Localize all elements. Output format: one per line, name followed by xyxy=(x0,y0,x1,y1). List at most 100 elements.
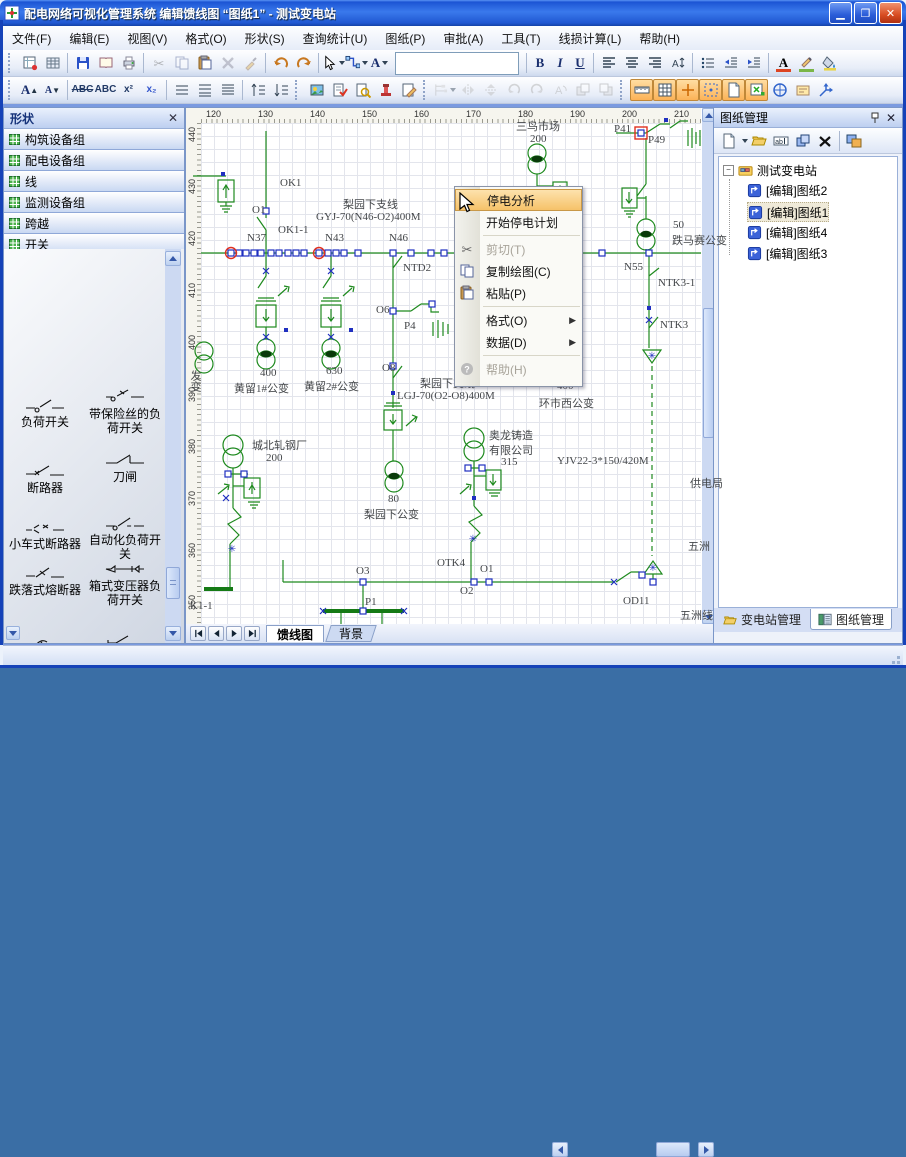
menu-item-0[interactable]: 文件(F) xyxy=(3,27,60,50)
subscript-button[interactable]: x₂ xyxy=(140,79,163,101)
rotate-left-button[interactable] xyxy=(502,79,525,101)
menu-item-2[interactable]: 视图(V) xyxy=(118,27,176,50)
undo-button[interactable] xyxy=(269,52,292,74)
increase-indent-button[interactable] xyxy=(742,52,765,74)
letter-case-button[interactable]: ABC xyxy=(94,79,117,101)
connector-tool-button[interactable] xyxy=(345,52,368,74)
menu-item-4[interactable]: 形状(S) xyxy=(236,27,294,50)
line-spacing-1-button[interactable] xyxy=(170,79,193,101)
align-left-button[interactable] xyxy=(597,52,620,74)
shapes-panel-close-icon[interactable]: ✕ xyxy=(168,111,178,125)
spacing-increase-button[interactable] xyxy=(246,79,269,101)
rotate-text-button[interactable]: A xyxy=(548,79,571,101)
bring-to-front-button[interactable] xyxy=(571,79,594,101)
paste-button[interactable] xyxy=(193,52,216,74)
align-center-button[interactable] xyxy=(620,52,643,74)
decrease-font-button[interactable]: A▼ xyxy=(41,79,64,101)
stencil-2[interactable]: 断路器 xyxy=(8,463,82,495)
ruler-toggle-button[interactable] xyxy=(630,79,653,101)
sheet-settings-button[interactable] xyxy=(843,131,865,151)
stencil-4[interactable]: 小车式断路器 xyxy=(8,519,82,551)
copy-button[interactable] xyxy=(170,52,193,74)
tab-background[interactable]: 背景 xyxy=(325,625,377,642)
vertical-text-button[interactable]: A xyxy=(666,52,689,74)
stencil-1[interactable]: 带保险丝的负荷开关 xyxy=(86,389,164,435)
image-manager-button[interactable] xyxy=(305,79,328,101)
send-to-back-button[interactable] xyxy=(594,79,617,101)
context-menu-item-3[interactable]: ✂剪切(T) xyxy=(455,238,582,260)
strikethrough-button[interactable]: ABC xyxy=(71,79,94,101)
previous-page-button[interactable] xyxy=(208,626,224,641)
resize-grip[interactable] xyxy=(888,652,901,665)
stencil-7[interactable]: 箱式变压器负荷开关 xyxy=(86,561,164,607)
connection-points-toggle-button[interactable] xyxy=(745,79,768,101)
context-menu-item-4[interactable]: 复制绘图(C) xyxy=(455,260,582,282)
shapes-scrollbar-thumb[interactable] xyxy=(166,567,180,599)
minimize-button[interactable]: ▁ xyxy=(829,2,852,24)
superscript-button[interactable]: x² xyxy=(117,79,140,101)
open-sheet-button[interactable] xyxy=(748,131,770,151)
tab-drawings-manager[interactable]: 图纸管理 xyxy=(810,609,892,630)
spacing-decrease-button[interactable] xyxy=(269,79,292,101)
restore-button[interactable]: ❐ xyxy=(854,2,877,24)
pan-zoom-button[interactable] xyxy=(768,79,791,101)
menu-item-6[interactable]: 图纸(P) xyxy=(376,27,434,50)
text-tool-button[interactable]: A xyxy=(368,52,391,74)
tree-item-sheet-3[interactable]: [编辑]图纸3 xyxy=(747,244,827,262)
tree-item-sheet-1[interactable]: [编辑]图纸1 xyxy=(747,202,829,222)
shape-group-4[interactable]: 跨越 xyxy=(4,213,184,234)
line-spacing-15-button[interactable] xyxy=(193,79,216,101)
shape-group-0[interactable]: 构筑设备组 xyxy=(4,129,184,150)
toolbar-grip[interactable] xyxy=(620,80,627,100)
underline-button[interactable]: U xyxy=(570,52,590,74)
canvas-scroll-right-icon[interactable] xyxy=(698,1142,714,1157)
framework-manager-button[interactable] xyxy=(41,52,64,74)
canvas-hscrollbar-thumb[interactable] xyxy=(656,1142,690,1157)
bold-button[interactable]: B xyxy=(530,52,550,74)
last-page-button[interactable] xyxy=(244,626,260,641)
menu-item-5[interactable]: 查询统计(U) xyxy=(294,27,377,50)
stencil-3[interactable]: 刀闸 xyxy=(86,452,164,484)
toolbar-grip[interactable] xyxy=(295,80,302,100)
pin-icon[interactable] xyxy=(870,112,880,124)
toolbar-grip[interactable] xyxy=(423,80,430,100)
save-button[interactable] xyxy=(71,52,94,74)
toolbar-grip[interactable] xyxy=(8,80,15,100)
connector-arrows-button[interactable] xyxy=(814,79,837,101)
menu-item-10[interactable]: 帮助(H) xyxy=(630,27,689,50)
menu-item-8[interactable]: 工具(T) xyxy=(492,27,549,50)
print-button[interactable] xyxy=(117,52,140,74)
context-menu-item-7[interactable]: 格式(O)▶ xyxy=(455,309,582,331)
toolbar-grip[interactable] xyxy=(8,53,15,73)
shape-group-1[interactable]: 配电设备组 xyxy=(4,150,184,171)
menu-item-9[interactable]: 线损计算(L) xyxy=(550,27,631,50)
font-combo-input[interactable] xyxy=(395,52,519,75)
context-menu-item-5[interactable]: 粘贴(P) xyxy=(455,282,582,304)
page-breaks-toggle-button[interactable] xyxy=(722,79,745,101)
align-shapes-button[interactable] xyxy=(433,79,456,101)
approval-form-button[interactable] xyxy=(328,79,351,101)
properties-button[interactable] xyxy=(791,79,814,101)
tree-root-substation[interactable]: −测试变电站 xyxy=(723,161,817,179)
flip-vertical-button[interactable] xyxy=(479,79,502,101)
menu-item-1[interactable]: 编辑(E) xyxy=(60,27,118,50)
flip-horizontal-button[interactable] xyxy=(456,79,479,101)
first-page-button[interactable] xyxy=(190,626,206,641)
cut-button[interactable]: ✂ xyxy=(147,52,170,74)
format-painter-button[interactable] xyxy=(239,52,262,74)
document-search-button[interactable] xyxy=(351,79,374,101)
stencil-0[interactable]: 负荷开关 xyxy=(8,397,82,429)
new-drawing-button[interactable] xyxy=(18,52,41,74)
drawing-grid[interactable] xyxy=(201,123,701,624)
title-bar[interactable]: 配电网络可视化管理系统 编辑馈线图 “图纸1” - 测试变电站 ▁ ❐ ✕ xyxy=(0,0,906,26)
tab-substation-manager[interactable]: 变电站管理 xyxy=(716,609,808,629)
guides-toggle-button[interactable] xyxy=(676,79,699,101)
rotate-right-button[interactable] xyxy=(525,79,548,101)
shapes-scroll-up-icon[interactable] xyxy=(165,251,181,266)
selection-toggle-button[interactable] xyxy=(699,79,722,101)
edit-document-button[interactable] xyxy=(397,79,420,101)
close-button[interactable]: ✕ xyxy=(879,2,902,24)
duplicate-sheet-button[interactable] xyxy=(792,131,814,151)
redo-button[interactable] xyxy=(292,52,315,74)
shapes-scrollbar[interactable] xyxy=(165,249,181,643)
